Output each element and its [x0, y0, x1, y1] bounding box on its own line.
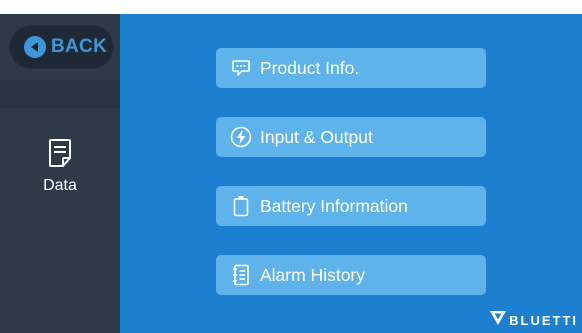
brand-logo: BLUETTI	[490, 311, 578, 330]
sidebar: BACK Data	[0, 14, 120, 333]
back-button[interactable]: BACK	[9, 25, 114, 69]
log-list-icon	[230, 264, 252, 286]
sidebar-item-data[interactable]: Data	[0, 126, 120, 211]
alarm-history-label: Alarm History	[260, 264, 366, 285]
back-arrow-icon	[24, 36, 46, 58]
document-icon	[48, 138, 72, 173]
app-screen: BACK Data Product Info. Input & Output B…	[0, 14, 582, 333]
battery-icon	[230, 195, 252, 217]
input-output-label: Input & Output	[260, 126, 373, 147]
battery-information-label: Battery Information	[260, 195, 408, 216]
message-dots-icon	[230, 57, 252, 79]
sidebar-divider	[0, 80, 120, 108]
product-info-button[interactable]: Product Info.	[216, 48, 486, 88]
back-button-label: BACK	[51, 36, 108, 57]
input-output-button[interactable]: Input & Output	[216, 117, 486, 157]
bluetti-logo-icon	[490, 311, 507, 330]
brand-name: BLUETTI	[509, 313, 578, 328]
battery-information-button[interactable]: Battery Information	[216, 186, 486, 226]
product-info-label: Product Info.	[260, 57, 360, 78]
sidebar-item-data-label: Data	[43, 177, 77, 194]
lightning-icon	[230, 126, 252, 148]
main-panel: Product Info. Input & Output Battery Inf…	[120, 14, 582, 333]
alarm-history-button[interactable]: Alarm History	[216, 255, 486, 295]
